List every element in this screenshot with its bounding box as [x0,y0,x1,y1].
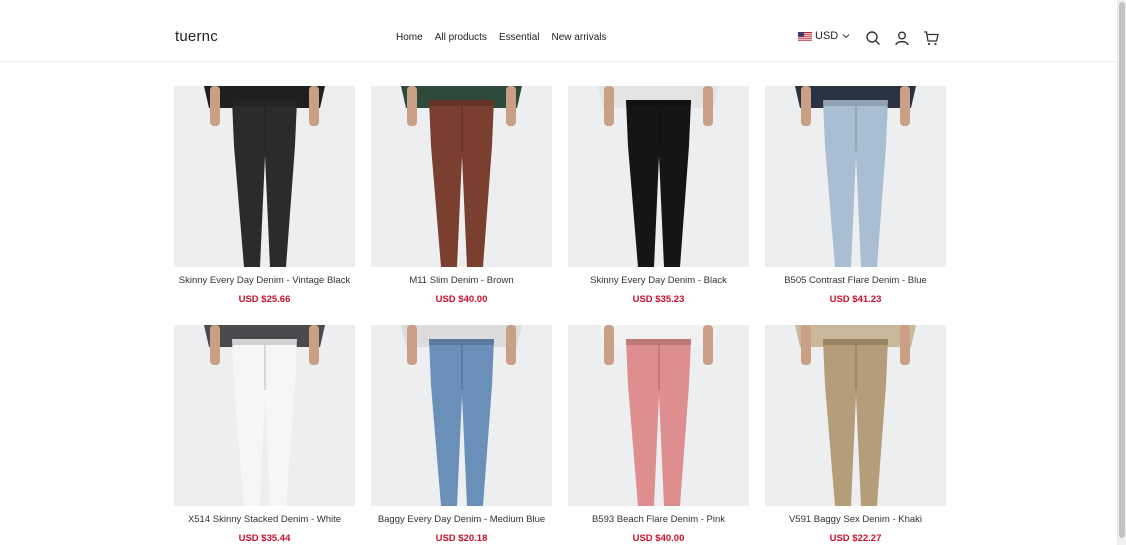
nav-new-arrivals[interactable]: New arrivals [552,32,607,43]
nav-home[interactable]: Home [396,32,423,43]
product-price: USD $41.23 [829,294,882,305]
product-price: USD $20.18 [435,533,488,544]
scrollbar-thumb[interactable] [1119,2,1125,538]
jeans-photo-illustration [174,325,355,506]
product-image[interactable] [765,325,946,506]
product-name[interactable]: X514 Skinny Stacked Denim - White [174,514,355,526]
product-name[interactable]: Skinny Every Day Denim - Black [568,275,749,287]
jeans-photo-illustration [174,86,355,267]
product-card[interactable]: B505 Contrast Flare Denim - Blue USD $41.… [765,86,946,306]
product-price: USD $22.27 [829,533,882,544]
jeans-photo-illustration [765,325,946,506]
product-price: USD $35.23 [632,294,685,305]
page-scrollbar[interactable] [1117,0,1126,545]
product-image[interactable] [568,86,749,267]
product-image[interactable] [568,325,749,506]
product-price: USD $40.00 [435,294,488,305]
product-price: USD $35.44 [238,533,291,544]
product-image[interactable] [174,86,355,267]
nav-essential[interactable]: Essential [499,32,540,43]
jeans-photo-illustration [568,86,749,267]
product-image[interactable] [765,86,946,267]
cart-icon[interactable] [923,30,939,46]
product-image[interactable] [371,86,552,267]
product-name[interactable]: Skinny Every Day Denim - Vintage Black [174,275,355,287]
product-card[interactable]: V591 Baggy Sex Denim - Khaki USD $22.27 [765,325,946,545]
product-price: USD $25.66 [238,294,291,305]
site-header: tuernc Home All products Essential New a… [0,0,1117,62]
product-name[interactable]: M11 Slim Denim - Brown [371,275,552,287]
product-image[interactable] [174,325,355,506]
jeans-photo-illustration [371,86,552,267]
us-flag-icon [798,31,812,41]
search-icon[interactable] [865,30,881,46]
product-card[interactable]: X514 Skinny Stacked Denim - White USD $35… [174,325,355,545]
product-name[interactable]: V591 Baggy Sex Denim - Khaki [765,514,946,526]
product-price: USD $40.00 [632,533,685,544]
currency-label: USD [815,30,839,42]
account-icon[interactable] [894,30,910,46]
product-card[interactable]: Baggy Every Day Denim - Medium Blue USD $… [371,325,552,545]
currency-selector[interactable]: USD [798,30,851,42]
jeans-photo-illustration [765,86,946,267]
jeans-photo-illustration [568,325,749,506]
product-image[interactable] [371,325,552,506]
product-card[interactable]: Skinny Every Day Denim - Vintage Black US… [174,86,355,306]
jeans-photo-illustration [371,325,552,506]
product-card[interactable]: Skinny Every Day Denim - Black USD $35.23 [568,86,749,306]
product-name[interactable]: B505 Contrast Flare Denim - Blue [765,275,946,287]
main-nav: Home All products Essential New arrivals [396,32,607,43]
product-card[interactable]: B593 Beach Flare Denim - Pink USD $40.00 [568,325,749,545]
chevron-down-icon [842,34,850,39]
site-logo[interactable]: tuernc [175,28,218,45]
product-grid: Skinny Every Day Denim - Vintage Black US… [174,86,946,545]
nav-all-products[interactable]: All products [435,32,487,43]
product-name[interactable]: Baggy Every Day Denim - Medium Blue [371,514,552,526]
product-card[interactable]: M11 Slim Denim - Brown USD $40.00 [371,86,552,306]
product-name[interactable]: B593 Beach Flare Denim - Pink [568,514,749,526]
